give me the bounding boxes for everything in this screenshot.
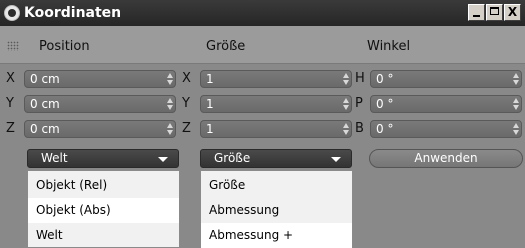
angle-h-field[interactable]: 0 °	[370, 70, 522, 88]
menu-item-object-abs[interactable]: Objekt (Abs)	[28, 198, 179, 223]
spinner-arrows-icon[interactable]	[167, 123, 173, 135]
coordinate-system-dropdown[interactable]: Welt	[27, 149, 179, 168]
menu-item-world[interactable]: Welt	[28, 223, 179, 248]
spinner-arrows-icon[interactable]	[343, 73, 349, 85]
menu-item-object-rel[interactable]: Objekt (Rel)	[28, 173, 179, 198]
window-controls: X	[467, 4, 521, 21]
position-z-label: Z	[6, 121, 15, 136]
position-z-field[interactable]: 0 cm	[24, 120, 176, 138]
chevron-down-icon	[158, 157, 168, 162]
size-z-field[interactable]: 1	[200, 120, 352, 138]
size-z-label: Z	[182, 121, 191, 136]
size-mode-menu: Größe Abmessung Abmessung +	[200, 170, 353, 248]
spinner-arrows-icon[interactable]	[513, 123, 519, 135]
close-button[interactable]: X	[504, 4, 521, 21]
spinner-arrows-icon[interactable]	[513, 98, 519, 110]
maximize-button[interactable]	[486, 4, 503, 21]
spinner-arrows-icon[interactable]	[343, 123, 349, 135]
angle-b-field[interactable]: 0 °	[370, 120, 522, 138]
spinner-arrows-icon[interactable]	[167, 73, 173, 85]
size-y-field[interactable]: 1	[200, 95, 352, 113]
spinner-arrows-icon[interactable]	[513, 73, 519, 85]
title-bar[interactable]: Koordinaten X	[0, 0, 525, 26]
spinner-arrows-icon[interactable]	[167, 98, 173, 110]
cinema4d-logo-icon	[4, 5, 20, 21]
column-header: Position Größe Winkel	[0, 26, 525, 64]
position-y-label: Y	[6, 96, 14, 111]
size-mode-dropdown[interactable]: Größe	[200, 149, 352, 168]
angle-p-label: P	[355, 96, 363, 111]
angle-header: Winkel	[367, 39, 411, 54]
chevron-down-icon	[331, 157, 341, 162]
menu-item-dimension-plus[interactable]: Abmessung +	[201, 223, 352, 248]
angle-b-label: B	[355, 121, 364, 136]
menu-item-dimension[interactable]: Abmessung	[201, 198, 352, 223]
size-y-label: Y	[182, 96, 190, 111]
angle-h-label: H	[355, 71, 365, 86]
apply-button[interactable]: Anwenden	[369, 149, 523, 168]
position-header: Position	[39, 39, 90, 54]
position-y-field[interactable]: 0 cm	[24, 95, 176, 113]
position-x-label: X	[6, 71, 15, 86]
coordinate-system-menu: Objekt (Rel) Objekt (Abs) Welt	[27, 170, 180, 248]
size-header: Größe	[206, 39, 246, 54]
grip-handle-icon[interactable]	[7, 41, 19, 51]
window-title: Koordinaten	[24, 5, 122, 21]
size-x-label: X	[182, 71, 191, 86]
coordinates-window: Koordinaten X Position Größe Winkel X 0 …	[0, 0, 525, 248]
position-x-field[interactable]: 0 cm	[24, 70, 176, 88]
menu-item-size[interactable]: Größe	[201, 173, 352, 198]
size-x-field[interactable]: 1	[200, 70, 352, 88]
minimize-button[interactable]	[468, 4, 485, 21]
spinner-arrows-icon[interactable]	[343, 98, 349, 110]
angle-p-field[interactable]: 0 °	[370, 95, 522, 113]
